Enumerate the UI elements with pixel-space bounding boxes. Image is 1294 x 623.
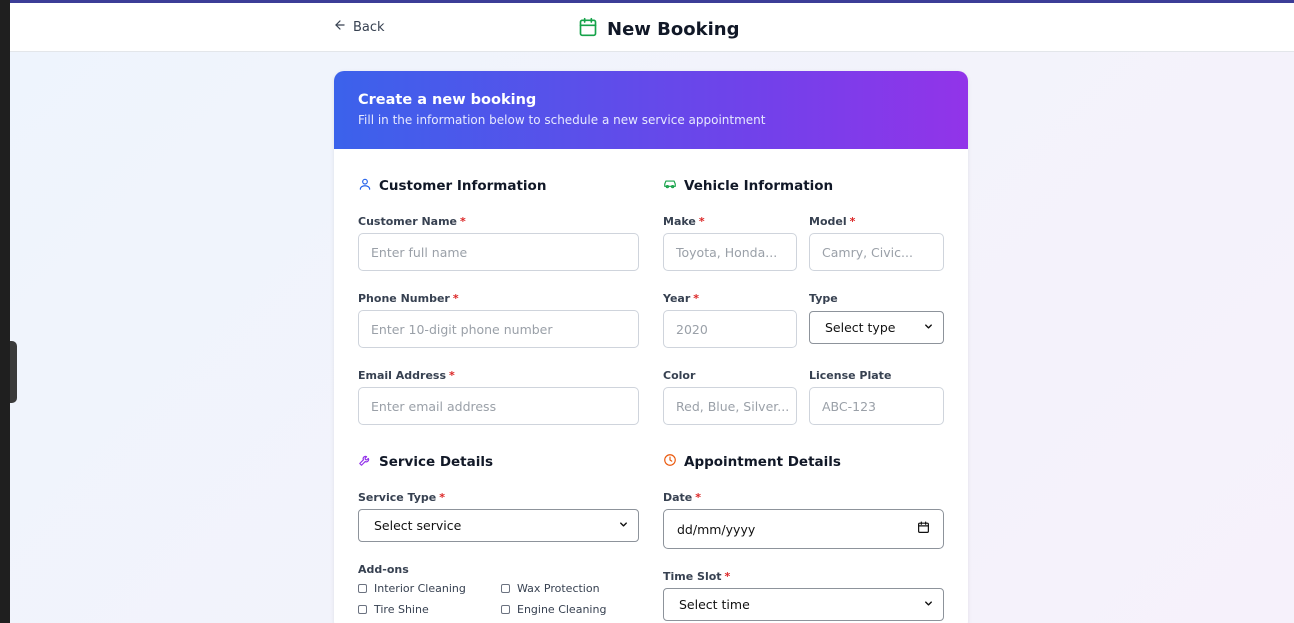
checkbox[interactable] (501, 605, 510, 614)
card-header: Create a new booking Fill in the informa… (334, 71, 968, 149)
calendar-icon (578, 17, 598, 41)
checkbox[interactable] (358, 605, 367, 614)
vehicle-section-title: Vehicle Information (663, 177, 833, 195)
date-input[interactable]: dd/mm/yyyy (663, 509, 944, 549)
wrench-icon (358, 453, 372, 471)
card-subtitle: Fill in the information below to schedul… (358, 113, 766, 127)
addon-tire-shine[interactable]: Tire Shine (358, 603, 429, 616)
calendar-picker-icon[interactable] (917, 521, 930, 537)
customer-section-title: Customer Information (358, 177, 546, 195)
top-header: Back New Booking (10, 3, 1294, 52)
make-input[interactable]: Toyota, Honda... (663, 233, 797, 271)
color-input[interactable]: Red, Blue, Silver... (663, 387, 797, 425)
chevron-down-icon (923, 597, 934, 612)
addon-engine-cleaning[interactable]: Engine Cleaning (501, 603, 606, 616)
app-window: Back New Booking Create a new booking Fi… (10, 0, 1294, 623)
color-label: Color (663, 369, 696, 382)
customer-name-input[interactable]: Enter full name (358, 233, 639, 271)
back-button[interactable]: Back (333, 18, 385, 36)
model-label: Model * (809, 215, 856, 228)
side-panel-handle[interactable] (10, 341, 17, 403)
customer-name-label: Customer Name * (358, 215, 466, 228)
addon-interior-cleaning[interactable]: Interior Cleaning (358, 582, 466, 595)
car-icon (663, 177, 677, 195)
card-title: Create a new booking (358, 92, 537, 108)
phone-input[interactable]: Enter 10-digit phone number (358, 310, 639, 348)
service-section-title: Service Details (358, 453, 493, 471)
user-icon (358, 177, 372, 195)
booking-form-card: Create a new booking Fill in the informa… (334, 71, 968, 623)
service-type-select[interactable]: Select service (358, 509, 639, 542)
addon-wax-protection[interactable]: Wax Protection (501, 582, 600, 595)
checkbox[interactable] (501, 584, 510, 593)
service-type-label: Service Type * (358, 491, 446, 504)
clock-icon (663, 453, 677, 471)
addons-label: Add-ons (358, 563, 409, 576)
phone-label: Phone Number * (358, 292, 459, 305)
make-label: Make * (663, 215, 705, 228)
time-slot-label: Time Slot * (663, 570, 731, 583)
appointment-section-title: Appointment Details (663, 453, 841, 471)
arrow-left-icon (333, 18, 347, 36)
page-heading: New Booking (578, 17, 739, 41)
model-input[interactable]: Camry, Civic... (809, 233, 944, 271)
time-slot-select[interactable]: Select time (663, 588, 944, 621)
chevron-down-icon (923, 320, 934, 335)
back-label: Back (353, 19, 385, 35)
checkbox[interactable] (358, 584, 367, 593)
vehicle-type-select[interactable]: Select type (809, 311, 944, 344)
type-label: Type (809, 292, 838, 305)
year-input[interactable]: 2020 (663, 310, 797, 348)
page-title: New Booking (607, 18, 740, 40)
email-label: Email Address * (358, 369, 455, 382)
year-label: Year * (663, 292, 700, 305)
license-plate-label: License Plate (809, 369, 892, 382)
license-plate-input[interactable]: ABC-123 (809, 387, 944, 425)
chevron-down-icon (618, 518, 629, 533)
email-input[interactable]: Enter email address (358, 387, 639, 425)
date-label: Date * (663, 491, 702, 504)
